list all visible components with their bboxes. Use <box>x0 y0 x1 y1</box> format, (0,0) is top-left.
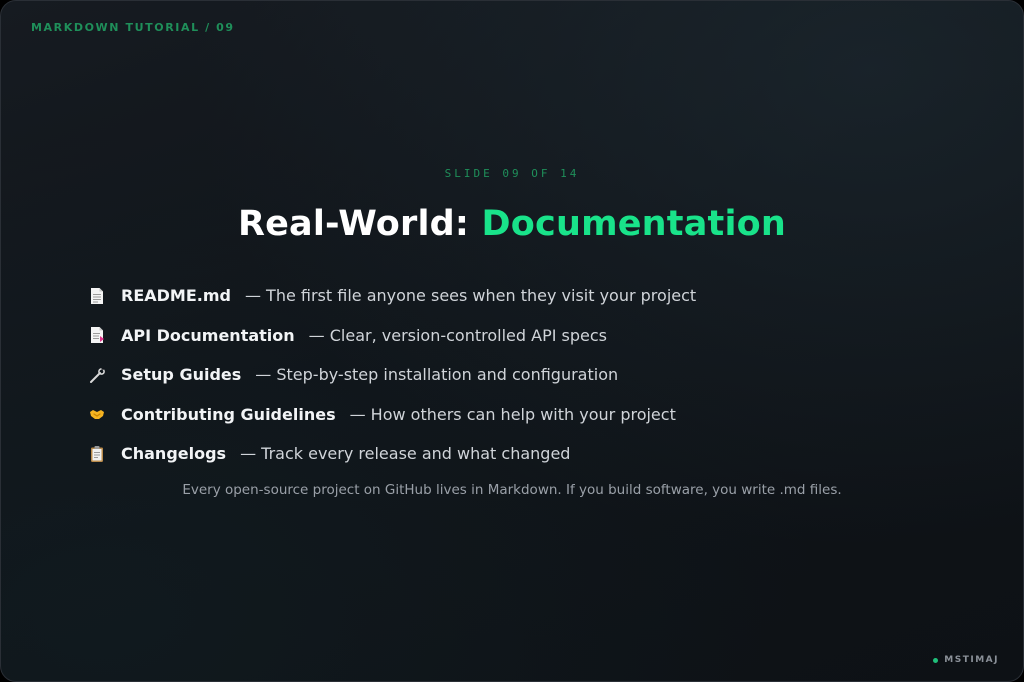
handshake-icon <box>89 405 105 423</box>
item-name: Contributing Guidelines <box>121 404 336 424</box>
slide-counter: SLIDE 09 OF 14 <box>444 167 580 180</box>
api-document-icon <box>89 326 105 344</box>
slide-note: Every open-source project on GitHub live… <box>182 482 842 498</box>
item-name: API Documentation <box>121 325 295 345</box>
slide-title: Real-World: Documentation <box>1 202 1023 246</box>
list-item: Changelogs — Track every release and wha… <box>89 434 696 474</box>
clipboard-icon <box>89 445 105 463</box>
documentation-list: README.md — The first file anyone sees w… <box>89 276 696 474</box>
wrench-icon <box>89 366 105 384</box>
footer-brand: MSTIMAJ <box>933 655 999 665</box>
item-name: README.md <box>121 286 231 306</box>
footer-label: MSTIMAJ <box>944 655 999 665</box>
list-item: API Documentation — Clear, version-contr… <box>89 316 696 356</box>
item-description: — Track every release and what changed <box>240 444 571 464</box>
item-description: — The first file anyone sees when they v… <box>244 286 697 306</box>
list-item: Contributing Guidelines — How others can… <box>89 395 696 435</box>
status-dot-icon <box>933 657 939 663</box>
item-description: — Step-by-step installation and configur… <box>255 365 619 385</box>
slide: MARKDOWN TUTORIAL / 09 SLIDE 09 OF 14 Re… <box>0 0 1024 682</box>
item-name: Setup Guides <box>121 365 242 385</box>
item-description: — How others can help with your project <box>349 404 676 424</box>
item-description: — Clear, version-controlled API specs <box>308 325 607 345</box>
header-label: MARKDOWN TUTORIAL / 09 <box>31 21 235 34</box>
document-icon <box>89 287 105 305</box>
list-item: README.md — The first file anyone sees w… <box>89 276 696 316</box>
item-name: Changelogs <box>121 444 227 464</box>
list-item: Setup Guides — Step-by-step installation… <box>89 355 696 395</box>
title-accent: Documentation <box>481 204 787 244</box>
title-main: Real-World: <box>237 204 482 244</box>
